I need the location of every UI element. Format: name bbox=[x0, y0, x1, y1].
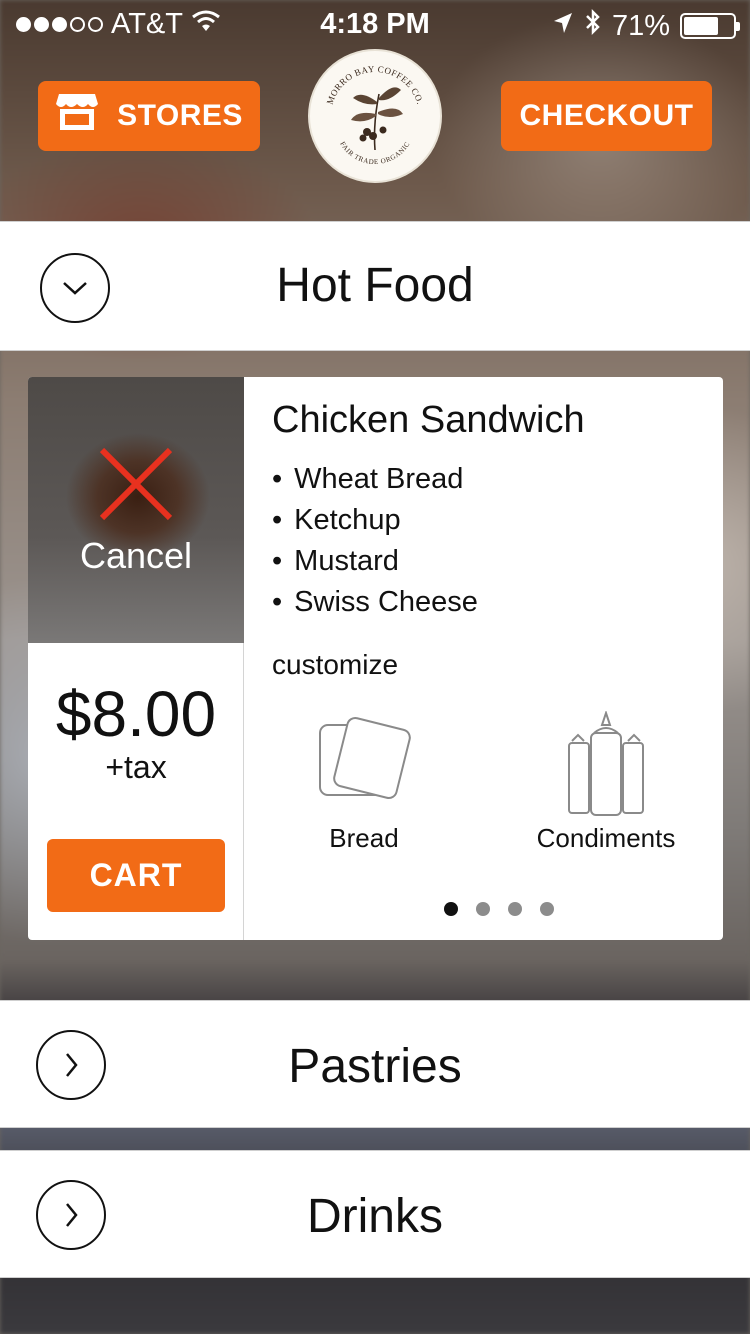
bread-option-button[interactable]: Bread bbox=[304, 715, 424, 854]
pager-dot[interactable] bbox=[443, 902, 458, 916]
item-card-left-panel: Cancel $8.00 +tax CART bbox=[28, 377, 244, 940]
category-pastries[interactable]: Pastries bbox=[0, 1000, 750, 1128]
customize-label: customize bbox=[272, 649, 399, 680]
pager-dot[interactable] bbox=[507, 902, 522, 916]
storefront-icon bbox=[55, 92, 99, 140]
battery-percent: 71% bbox=[611, 9, 670, 42]
ingredient-list: Wheat Bread Ketchup Mustard Swiss Cheese bbox=[272, 459, 478, 623]
category-title: Hot Food bbox=[276, 259, 474, 312]
ingredient-item: Ketchup bbox=[272, 500, 478, 541]
condiments-option-label: Condiments bbox=[536, 823, 676, 853]
checkout-label: CHECKOUT bbox=[519, 99, 694, 132]
status-bar-right: 71% bbox=[552, 8, 740, 44]
category-hot-food[interactable]: Hot Food bbox=[0, 221, 750, 351]
bluetooth-icon bbox=[584, 8, 602, 44]
add-to-cart-button[interactable]: CART bbox=[47, 839, 225, 912]
category-title: Drinks bbox=[306, 1190, 443, 1243]
checkout-button[interactable]: CHECKOUT bbox=[501, 81, 712, 151]
bread-option-label: Bread bbox=[329, 823, 399, 853]
bread-icon bbox=[304, 715, 424, 807]
location-arrow-icon bbox=[552, 10, 574, 43]
ingredient-item: Wheat Bread bbox=[272, 459, 478, 500]
condiments-icon bbox=[520, 711, 692, 817]
coffee-plant-logo-icon: MORRO BAY COFFEE CO. FAIR TRADE ORGANIC bbox=[325, 64, 426, 166]
category-title: Pastries bbox=[288, 1040, 462, 1093]
close-icon bbox=[96, 444, 176, 529]
svg-text:MORRO BAY COFFEE CO.: MORRO BAY COFFEE CO. bbox=[325, 64, 426, 106]
pager-dot[interactable] bbox=[475, 902, 490, 916]
store-logo: MORRO BAY COFFEE CO. FAIR TRADE ORGANIC bbox=[308, 49, 442, 183]
cancel-label: Cancel bbox=[79, 534, 193, 576]
status-bar: AT&T 4:18 PM 71% bbox=[0, 0, 750, 52]
item-price: $8.00 bbox=[55, 678, 217, 750]
ingredient-item: Swiss Cheese bbox=[272, 582, 478, 623]
item-name: Chicken Sandwich bbox=[272, 399, 585, 441]
item-card-details: Chicken Sandwich Wheat Bread Ketchup Mus… bbox=[244, 377, 723, 940]
ingredient-item: Mustard bbox=[272, 541, 478, 582]
menu-item-card: Cancel $8.00 +tax CART Chicken Sandwich … bbox=[28, 377, 723, 940]
category-drinks[interactable]: Drinks bbox=[0, 1150, 750, 1278]
logo-top-text: MORRO BAY COFFEE CO. bbox=[325, 64, 425, 106]
tax-note: +tax bbox=[105, 749, 167, 785]
options-pager bbox=[244, 902, 723, 916]
stores-button[interactable]: STORES bbox=[38, 81, 260, 151]
cancel-item-button[interactable]: Cancel bbox=[28, 377, 244, 643]
cart-label: CART bbox=[89, 857, 183, 893]
pager-dot[interactable] bbox=[539, 902, 554, 916]
condiments-option-button[interactable]: Condiments bbox=[520, 711, 692, 854]
battery-level-fill bbox=[684, 17, 719, 35]
battery-icon bbox=[680, 13, 740, 39]
stores-label: STORES bbox=[117, 99, 243, 132]
